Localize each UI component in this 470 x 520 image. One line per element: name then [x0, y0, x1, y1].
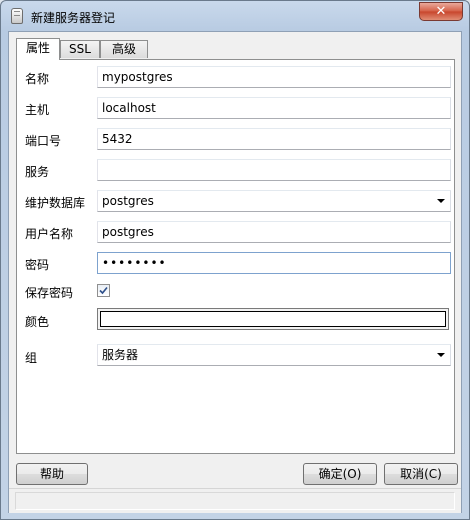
properties-panel: 名称 mypostgres 主机 localhost 端口号 5432 服务 维…: [16, 59, 455, 454]
help-button[interactable]: 帮助: [16, 463, 88, 485]
status-pane: [15, 492, 455, 510]
password-label: 密码: [25, 258, 50, 272]
username-label: 用户名称: [25, 227, 74, 241]
port-label: 端口号: [25, 134, 62, 148]
maintenance-db-value: postgres: [102, 194, 154, 208]
tab-advanced[interactable]: 高级: [100, 40, 148, 58]
app-icon: [11, 8, 23, 24]
name-input[interactable]: mypostgres: [97, 66, 451, 88]
chevron-down-icon: [437, 199, 445, 203]
tab-properties[interactable]: 属性: [16, 38, 60, 60]
dialog-window: 新建服务器登记 ✕ 属性 SSL 高级 名称 mypostgres 主机 loc…: [0, 0, 470, 520]
tab-ssl[interactable]: SSL: [60, 40, 100, 58]
cancel-button[interactable]: 取消(C): [384, 463, 458, 485]
close-button[interactable]: ✕: [419, 2, 463, 21]
password-input[interactable]: ••••••••: [97, 252, 451, 274]
dialog-client: 属性 SSL 高级 名称 mypostgres 主机 localhost 端口号…: [8, 31, 462, 513]
save-password-checkbox[interactable]: [97, 284, 110, 297]
name-label: 名称: [25, 72, 50, 86]
group-select[interactable]: 服务器: [97, 344, 451, 366]
maintenance-db-label: 维护数据库: [25, 196, 86, 210]
group-label: 组: [25, 351, 38, 365]
window-title: 新建服务器登记: [31, 11, 116, 25]
maintenance-db-select[interactable]: postgres: [97, 190, 451, 212]
status-bar: [9, 488, 461, 513]
ok-button[interactable]: 确定(O): [303, 463, 377, 485]
host-input[interactable]: localhost: [97, 97, 451, 119]
color-swatch: [100, 311, 446, 327]
chevron-down-icon: [437, 353, 445, 357]
host-label: 主机: [25, 103, 50, 117]
checkmark-icon: [99, 286, 108, 295]
port-input[interactable]: 5432: [97, 128, 451, 150]
group-value: 服务器: [102, 348, 139, 362]
service-input[interactable]: [97, 159, 451, 181]
save-password-label: 保存密码: [25, 286, 74, 300]
color-picker-button[interactable]: [97, 308, 449, 330]
color-label: 颜色: [25, 315, 50, 329]
service-label: 服务: [25, 165, 50, 179]
title-bar: 新建服务器登记 ✕: [1, 1, 469, 31]
close-icon: ✕: [435, 4, 447, 19]
username-input[interactable]: postgres: [97, 221, 451, 243]
